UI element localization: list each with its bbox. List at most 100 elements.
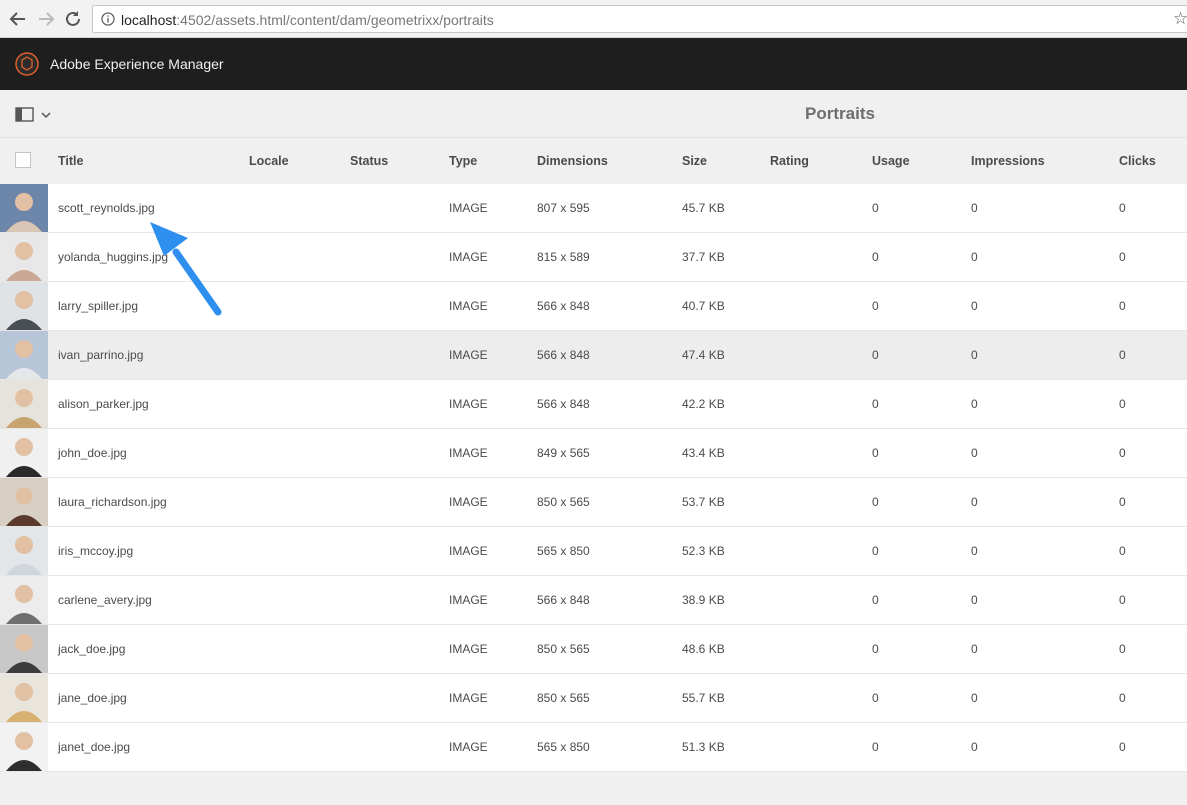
asset-dimensions-cell: 849 x 565 (537, 446, 590, 460)
column-header-usage[interactable]: Usage (872, 154, 910, 168)
asset-usage-cell: 0 (872, 740, 879, 754)
asset-thumbnail[interactable] (0, 429, 48, 477)
asset-clicks-cell: 0 (1119, 446, 1126, 460)
table-row[interactable]: laura_richardson.jpg IMAGE 850 x 565 53.7 K… (0, 478, 1187, 527)
asset-usage-cell: 0 (872, 691, 879, 705)
asset-thumbnail[interactable] (0, 233, 48, 281)
asset-impressions-cell: 0 (971, 544, 978, 558)
asset-type-cell: IMAGE (449, 642, 488, 656)
asset-type-cell: IMAGE (449, 593, 488, 607)
asset-impressions-cell: 0 (971, 740, 978, 754)
asset-title-cell[interactable]: iris_mccoy.jpg (58, 544, 133, 558)
asset-thumbnail[interactable] (0, 625, 48, 673)
column-header-locale[interactable]: Locale (249, 154, 289, 168)
asset-size-cell: 37.7 KB (682, 250, 725, 264)
asset-thumbnail[interactable] (0, 527, 48, 575)
app-title[interactable]: Adobe Experience Manager (50, 56, 224, 72)
asset-title-cell[interactable]: ivan_parrino.jpg (58, 348, 143, 362)
table-row[interactable]: alison_parker.jpg IMAGE 566 x 848 42.2 KB 0 0… (0, 380, 1187, 429)
column-header-clicks[interactable]: Clicks (1119, 154, 1156, 168)
asset-thumbnail[interactable] (0, 184, 48, 232)
asset-thumbnail[interactable] (0, 576, 48, 624)
info-icon[interactable] (101, 12, 115, 26)
asset-size-cell: 51.3 KB (682, 740, 725, 754)
column-header-dimensions[interactable]: Dimensions (537, 154, 608, 168)
asset-size-cell: 45.7 KB (682, 201, 725, 215)
table-row[interactable]: janet_doe.jpg IMAGE 565 x 850 51.3 KB 0 0 0 (0, 723, 1187, 772)
asset-title-cell[interactable]: alison_parker.jpg (58, 397, 149, 411)
table-row[interactable]: carlene_avery.jpg IMAGE 566 x 848 38.9 KB 0 0… (0, 576, 1187, 625)
rail-toggle-button[interactable] (15, 106, 55, 124)
asset-type-cell: IMAGE (449, 397, 488, 411)
asset-usage-cell: 0 (872, 250, 879, 264)
column-header-impressions[interactable]: Impressions (971, 154, 1045, 168)
column-header-size[interactable]: Size (682, 154, 707, 168)
asset-impressions-cell: 0 (971, 348, 978, 362)
asset-title-cell[interactable]: carlene_avery.jpg (58, 593, 152, 607)
asset-title-cell[interactable]: laura_richardson.jpg (58, 495, 167, 509)
table-header: Title Locale Status Type Dimensions Size… (0, 139, 1187, 184)
asset-usage-cell: 0 (872, 348, 879, 362)
asset-dimensions-cell: 850 x 565 (537, 495, 590, 509)
asset-impressions-cell: 0 (971, 201, 978, 215)
reload-icon[interactable] (63, 9, 83, 29)
asset-type-cell: IMAGE (449, 544, 488, 558)
asset-thumbnail[interactable] (0, 331, 48, 379)
asset-thumbnail[interactable] (0, 478, 48, 526)
url-host: localhost (121, 12, 177, 28)
back-arrow-icon[interactable] (8, 9, 28, 29)
table-row[interactable]: jane_doe.jpg IMAGE 850 x 565 55.7 KB 0 0 0 (0, 674, 1187, 723)
asset-dimensions-cell: 807 x 595 (537, 201, 590, 215)
asset-type-cell: IMAGE (449, 495, 488, 509)
asset-clicks-cell: 0 (1119, 740, 1126, 754)
asset-clicks-cell: 0 (1119, 348, 1126, 362)
asset-thumbnail[interactable] (0, 380, 48, 428)
asset-title-cell[interactable]: jane_doe.jpg (58, 691, 127, 705)
asset-impressions-cell: 0 (971, 250, 978, 264)
asset-usage-cell: 0 (872, 201, 879, 215)
asset-clicks-cell: 0 (1119, 642, 1126, 656)
asset-dimensions-cell: 815 x 589 (537, 250, 590, 264)
asset-dimensions-cell: 850 x 565 (537, 642, 590, 656)
aem-logo-icon[interactable] (15, 52, 39, 76)
asset-title-cell[interactable]: john_doe.jpg (58, 446, 127, 460)
table-row[interactable]: jack_doe.jpg IMAGE 850 x 565 48.6 KB 0 0 0 (0, 625, 1187, 674)
page-background (0, 772, 1187, 805)
column-header-title[interactable]: Title (58, 154, 83, 168)
asset-impressions-cell: 0 (971, 495, 978, 509)
asset-impressions-cell: 0 (971, 691, 978, 705)
table-row[interactable]: ivan_parrino.jpg IMAGE 566 x 848 47.4 KB 0 0 0 (0, 331, 1187, 380)
asset-dimensions-cell: 565 x 850 (537, 740, 590, 754)
asset-dimensions-cell: 566 x 848 (537, 299, 590, 313)
table-row[interactable]: iris_mccoy.jpg IMAGE 565 x 850 52.3 KB 0 0 0 (0, 527, 1187, 576)
asset-impressions-cell: 0 (971, 397, 978, 411)
asset-type-cell: IMAGE (449, 299, 488, 313)
asset-size-cell: 53.7 KB (682, 495, 725, 509)
asset-title-cell[interactable]: jack_doe.jpg (58, 642, 125, 656)
asset-type-cell: IMAGE (449, 740, 488, 754)
asset-thumbnail[interactable] (0, 723, 48, 771)
column-header-status[interactable]: Status (350, 154, 388, 168)
asset-title-cell[interactable]: janet_doe.jpg (58, 740, 130, 754)
bookmark-star-icon[interactable]: ☆ (1173, 9, 1187, 29)
rail-toggle-icon (15, 107, 51, 122)
asset-size-cell: 47.4 KB (682, 348, 725, 362)
address-bar[interactable]: localhost:4502/assets.html/content/dam/g… (92, 5, 1187, 33)
asset-usage-cell: 0 (872, 642, 879, 656)
asset-thumbnail[interactable] (0, 674, 48, 722)
asset-title-cell[interactable]: larry_spiller.jpg (58, 299, 138, 313)
asset-clicks-cell: 0 (1119, 201, 1126, 215)
asset-type-cell: IMAGE (449, 691, 488, 705)
asset-dimensions-cell: 566 x 848 (537, 397, 590, 411)
asset-usage-cell: 0 (872, 593, 879, 607)
forward-arrow-icon[interactable] (36, 9, 56, 29)
select-all-checkbox[interactable] (15, 152, 31, 168)
browser-toolbar: localhost:4502/assets.html/content/dam/g… (0, 0, 1187, 38)
asset-size-cell: 43.4 KB (682, 446, 725, 460)
column-header-rating[interactable]: Rating (770, 154, 809, 168)
asset-clicks-cell: 0 (1119, 544, 1126, 558)
asset-thumbnail[interactable] (0, 282, 48, 330)
column-header-type[interactable]: Type (449, 154, 477, 168)
asset-dimensions-cell: 565 x 850 (537, 544, 590, 558)
table-row[interactable]: john_doe.jpg IMAGE 849 x 565 43.4 KB 0 0 0 (0, 429, 1187, 478)
